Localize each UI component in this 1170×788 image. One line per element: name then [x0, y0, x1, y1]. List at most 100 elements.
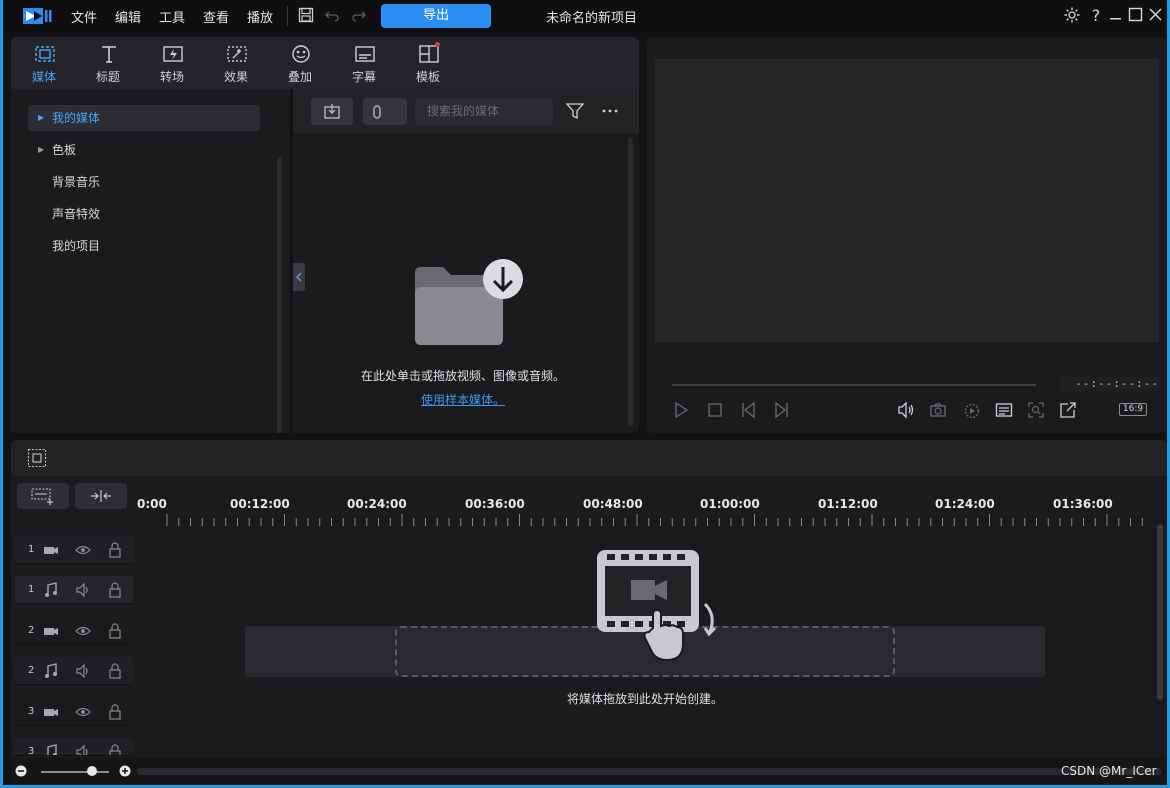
filter-icon[interactable] — [565, 101, 585, 121]
tree-item-background-music[interactable]: 背景音乐 — [28, 169, 260, 195]
visibility-eye-icon[interactable] — [75, 623, 91, 639]
redo-icon[interactable] — [351, 7, 367, 23]
lock-icon[interactable] — [107, 704, 123, 720]
tab-template[interactable]: 模板 — [398, 37, 458, 89]
help-icon[interactable]: ? — [1087, 6, 1105, 24]
tab-title-label: 标题 — [95, 70, 120, 84]
room-tabs: 媒体 标题 转场 效果 叠加 字幕 模板 — [11, 37, 639, 89]
undock-preview-icon[interactable] — [1059, 401, 1077, 419]
menu-file[interactable]: 文件 — [71, 7, 97, 26]
import-media-button[interactable] — [311, 98, 353, 125]
save-icon[interactable] — [298, 7, 314, 23]
settings-gear-icon[interactable] — [1063, 6, 1081, 24]
track-number: 1 — [28, 544, 35, 555]
media-scrollbar[interactable] — [628, 137, 633, 427]
menu-edit[interactable]: 编辑 — [115, 7, 141, 26]
menu-play[interactable]: 播放 — [247, 7, 273, 26]
media-toolbar: 搜索我的媒体 — [293, 89, 639, 133]
media-search-input[interactable]: 搜索我的媒体 — [415, 98, 553, 125]
previous-frame-icon[interactable] — [740, 401, 758, 419]
timeline-panel: 0:00 00:12:00 00:24:00 00:36:00 00:48:00… — [11, 440, 1167, 785]
tree-item-my-projects[interactable]: 我的项目 — [28, 233, 260, 259]
tree-scrollbar[interactable] — [277, 157, 282, 433]
timeline-horizontal-scrollbar[interactable] — [137, 768, 1161, 775]
maximize-icon[interactable] — [1127, 6, 1145, 24]
speaker-icon[interactable] — [75, 582, 91, 598]
tree-item-sound-effects[interactable]: 声音特效 — [28, 201, 260, 227]
tab-subtitle-label: 字幕 — [351, 70, 376, 84]
ruler-label: 00:24:00 — [347, 497, 407, 511]
zoom-preview-icon[interactable] — [1027, 401, 1045, 419]
tree-item-my-media[interactable]: ▶ 我的媒体 — [28, 105, 260, 131]
track-number: 1 — [28, 584, 35, 595]
more-options-icon[interactable] — [601, 103, 619, 119]
media-empty-text: 在此处单击或拖放视频、图像或音频。 — [360, 369, 565, 383]
title-bar: 文件 编辑 工具 查看 播放 导出 未命名的新项目 ? — [3, 0, 1167, 32]
plugin-media-button[interactable] — [363, 98, 407, 125]
timeline-view-icon[interactable] — [27, 448, 47, 468]
track-header-audio-1: 1 — [15, 576, 133, 604]
next-frame-icon[interactable] — [772, 401, 790, 419]
sample-media-link[interactable]: 使用样本媒体。 — [293, 391, 633, 408]
preview-panel: --:--:--:-- 16:9 — [647, 37, 1167, 433]
zoom-out-icon[interactable] — [15, 765, 27, 777]
play-icon[interactable] — [672, 401, 690, 419]
track-number: 2 — [28, 625, 35, 636]
lock-icon[interactable] — [107, 623, 123, 639]
track-header-video-1: 1 — [15, 536, 133, 564]
fit-timeline-button[interactable] — [75, 483, 127, 509]
ruler-label: 01:24:00 — [935, 497, 995, 511]
empty-folder-icon — [415, 259, 523, 345]
tab-subtitle[interactable]: 字幕 — [334, 37, 394, 89]
timeline-vertical-scrollbar[interactable] — [1157, 524, 1163, 700]
timeline-ruler[interactable] — [163, 514, 1163, 526]
stop-icon[interactable] — [706, 401, 724, 419]
subtitle-list-icon[interactable] — [995, 401, 1013, 419]
snapshot-camera-icon[interactable] — [929, 401, 947, 419]
playback-mode-icon[interactable] — [963, 401, 981, 419]
undo-icon[interactable] — [324, 7, 340, 23]
minimize-icon[interactable] — [1107, 6, 1125, 24]
project-title: 未命名的新项目 — [546, 11, 638, 26]
lock-icon[interactable] — [107, 582, 123, 598]
overlay-icon — [292, 45, 310, 63]
lock-icon[interactable] — [107, 744, 123, 756]
ruler-label: 00:36:00 — [465, 497, 525, 511]
export-button[interactable]: 导出 — [381, 4, 491, 28]
tab-title[interactable]: 标题 — [78, 37, 138, 89]
transition-icon — [163, 46, 183, 62]
title-icon — [102, 46, 116, 63]
tab-overlay[interactable]: 叠加 — [270, 37, 330, 89]
track-number: 3 — [28, 706, 35, 717]
zoom-in-icon[interactable] — [119, 765, 131, 777]
tree-item-color-board[interactable]: ▶ 色板 — [28, 137, 260, 163]
ruler-label: 01:00:00 — [700, 497, 760, 511]
media-library-area[interactable]: 搜索我的媒体 在此处单击或拖放视频、图像或音频。 使用样本媒体。 — [293, 89, 639, 433]
media-icon — [35, 46, 55, 62]
zoom-slider-knob[interactable] — [87, 766, 97, 776]
lock-icon[interactable] — [107, 663, 123, 679]
track-manager-button[interactable] — [17, 483, 69, 509]
close-icon[interactable] — [1147, 6, 1165, 24]
tab-media[interactable]: 媒体 — [14, 37, 74, 89]
speaker-icon[interactable] — [75, 663, 91, 679]
tree-item-label: 我的项目 — [52, 239, 101, 253]
library-panel: 媒体 标题 转场 效果 叠加 字幕 模板 ▶ 我的媒体 ▶ 色板 背景音乐 声音… — [11, 37, 639, 433]
tab-effect[interactable]: 效果 — [206, 37, 266, 89]
collapse-panel-button[interactable] — [293, 263, 305, 291]
fit-to-window-icon — [91, 490, 111, 502]
visibility-eye-icon[interactable] — [75, 542, 91, 558]
lock-icon[interactable] — [107, 542, 123, 558]
menu-view[interactable]: 查看 — [203, 7, 229, 26]
music-note-icon — [45, 582, 57, 597]
aspect-ratio-button[interactable]: 16:9 — [1119, 403, 1147, 416]
volume-icon[interactable] — [897, 401, 915, 419]
preview-screen[interactable] — [655, 59, 1159, 342]
speaker-icon[interactable] — [75, 744, 91, 756]
seek-bar[interactable] — [672, 384, 1036, 386]
tab-transition[interactable]: 转场 — [142, 37, 202, 89]
zoom-slider-track[interactable] — [41, 771, 109, 773]
notification-badge — [435, 42, 440, 47]
menu-tools[interactable]: 工具 — [159, 7, 185, 26]
visibility-eye-icon[interactable] — [75, 704, 91, 720]
